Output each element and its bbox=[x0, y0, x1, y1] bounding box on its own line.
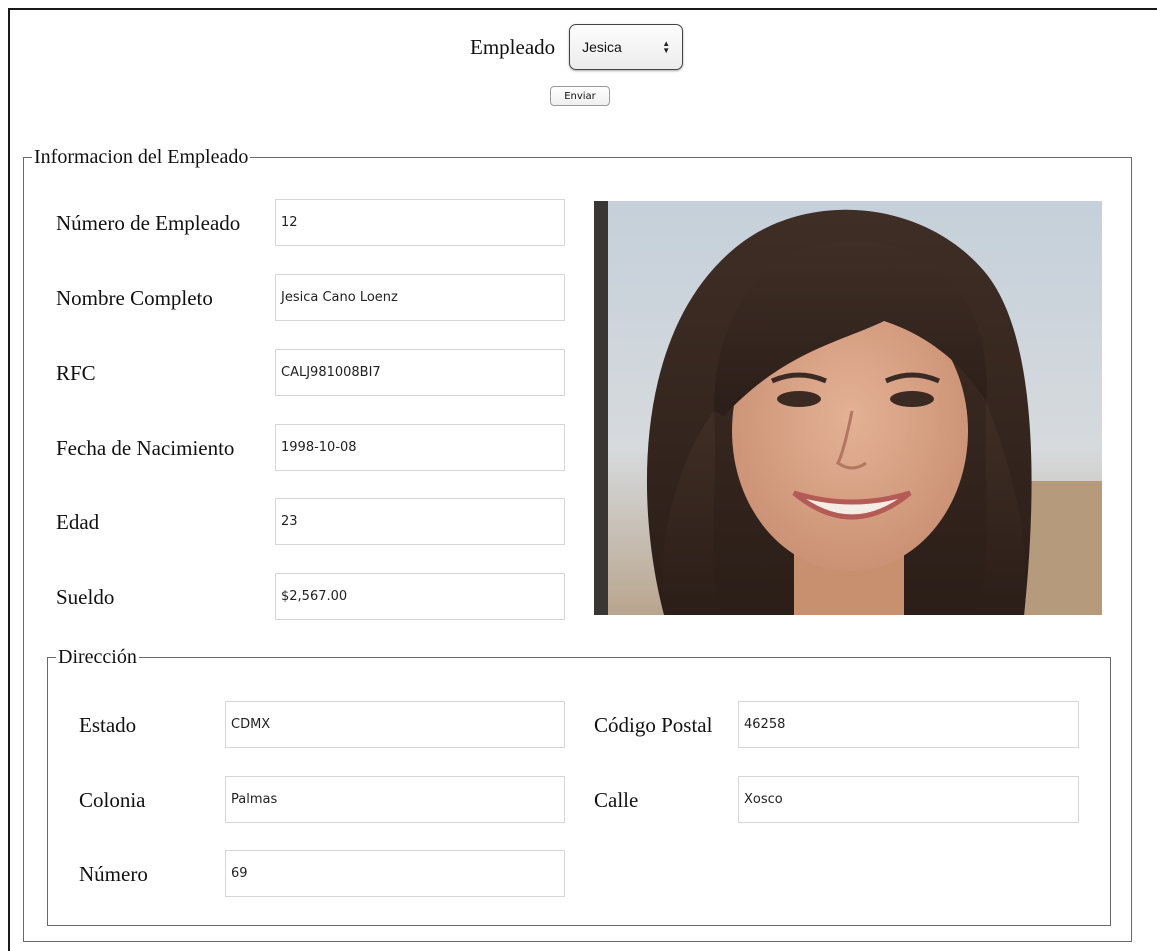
street-field[interactable]: Xosco bbox=[738, 776, 1079, 823]
employee-number-label: Número de Empleado bbox=[56, 211, 241, 235]
birth-date-label: Fecha de Nacimiento bbox=[56, 436, 235, 460]
number-label: Número bbox=[79, 862, 148, 886]
postal-code-label: Código Postal bbox=[594, 713, 713, 737]
salary-field[interactable]: $2,567.00 bbox=[275, 573, 565, 620]
submit-button[interactable]: Enviar bbox=[550, 86, 610, 106]
salary-label: Sueldo bbox=[56, 585, 115, 609]
rfc-label: RFC bbox=[56, 361, 96, 385]
street-label: Calle bbox=[594, 788, 639, 812]
full-name-label: Nombre Completo bbox=[56, 286, 213, 310]
employee-number-field[interactable]: 12 bbox=[275, 199, 565, 246]
employee-photo bbox=[594, 201, 1102, 615]
rfc-field[interactable]: CALJ981008BI7 bbox=[275, 349, 565, 396]
full-name-field[interactable]: Jesica Cano Loenz bbox=[275, 274, 565, 321]
neighborhood-label: Colonia bbox=[79, 788, 146, 812]
employee-select-value: Jesica bbox=[582, 39, 622, 55]
employee-info-legend: Informacion del Empleado bbox=[34, 146, 249, 168]
employee-selector-bar: Empleado Jesica ▲ ▼ bbox=[470, 24, 684, 70]
number-field[interactable]: 69 bbox=[225, 850, 565, 897]
employee-select[interactable]: Jesica ▲ ▼ bbox=[569, 24, 684, 70]
state-field[interactable]: CDMX bbox=[225, 701, 565, 748]
state-label: Estado bbox=[79, 713, 137, 737]
age-field[interactable]: 23 bbox=[275, 498, 565, 545]
age-label: Edad bbox=[56, 510, 100, 534]
address-legend: Dirección bbox=[58, 646, 137, 668]
postal-code-field[interactable]: 46258 bbox=[738, 701, 1079, 748]
neighborhood-field[interactable]: Palmas bbox=[225, 776, 565, 823]
select-arrows-icon: ▲ ▼ bbox=[662, 39, 671, 55]
employee-label: Empleado bbox=[470, 34, 556, 59]
birth-date-field[interactable]: 1998-10-08 bbox=[275, 424, 565, 471]
